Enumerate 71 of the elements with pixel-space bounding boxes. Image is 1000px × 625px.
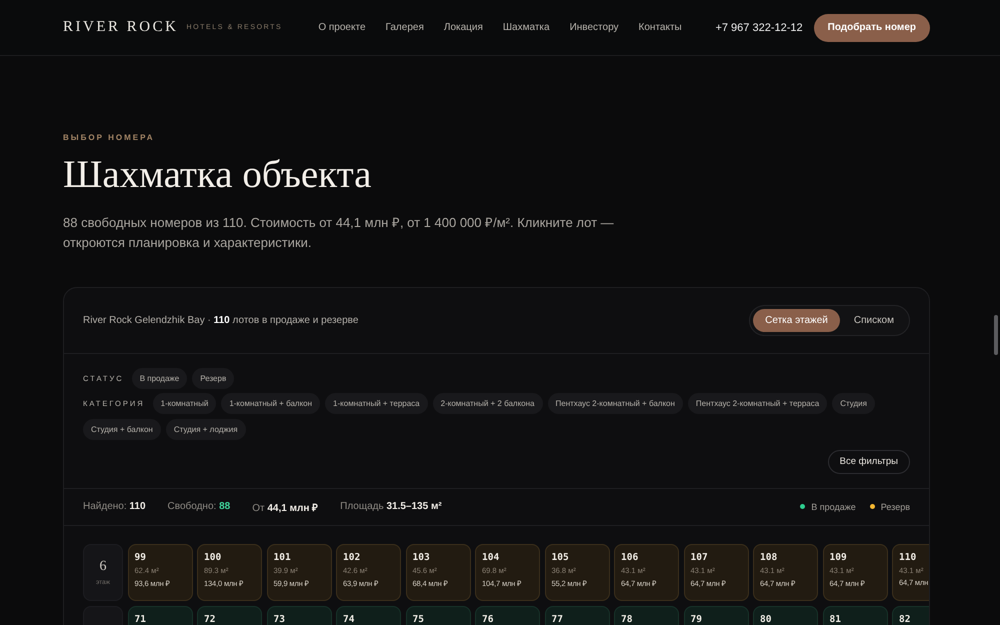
all-filters-button[interactable]: Все фильтры — [828, 450, 910, 474]
lot-number: 75 — [412, 614, 425, 625]
lot-number: 104 — [482, 552, 500, 563]
stat-text: От 44,1 млн ₽ — [252, 502, 318, 514]
stat-text: Площадь 31.5–135 м² — [340, 501, 442, 512]
project-summary: River Rock Gelendzhik Bay · 110 лотов в продаже и резерве — [83, 314, 358, 326]
filter-chip[interactable]: Пентхаус 2-комнатный + балкон — [548, 392, 683, 414]
lot-card[interactable]: 79 — [684, 606, 748, 625]
filter-chip[interactable]: Пентхаус 2-комнатный + терраса — [688, 392, 828, 414]
legend-label: В продаже — [811, 502, 856, 512]
filter-chip[interactable]: Студия + лоджия — [166, 418, 246, 440]
lot-card[interactable]: 72 — [197, 606, 262, 625]
nav-link[interactable]: Контакты — [638, 22, 682, 33]
filter-chip[interactable]: Студия + балкон — [83, 418, 161, 440]
lot-number: 77 — [552, 614, 564, 625]
lot-card[interactable]: 77 — [544, 606, 610, 625]
lot-card[interactable]: 82 — [892, 606, 929, 625]
lot-number: 101 — [274, 552, 292, 563]
lot-number: 102 — [343, 552, 362, 563]
lot-card[interactable]: 78 — [614, 606, 679, 625]
lot-card[interactable]: 71 — [128, 606, 192, 625]
lot-number: 80 — [760, 614, 772, 625]
nav-link[interactable]: Локация — [444, 22, 483, 33]
lot-card[interactable]: 73 — [266, 606, 332, 625]
lot-number: 72 — [204, 614, 216, 625]
lot-card[interactable]: 76 — [475, 606, 540, 625]
nav-link[interactable]: Галерея — [386, 22, 424, 33]
lot-number: 74 — [343, 614, 356, 625]
view-tab[interactable]: Списком — [842, 308, 906, 332]
lot-number: 81 — [830, 614, 842, 625]
filter-chip[interactable]: В продаже — [132, 368, 188, 389]
lot-number: 78 — [621, 614, 634, 625]
lot-card[interactable]: 80 — [753, 606, 818, 625]
stat-text: Найдено: 110 — [83, 501, 146, 512]
lot-number: 73 — [274, 614, 286, 625]
lot-card[interactable]: 81 — [822, 606, 888, 625]
stat-text: Свободно: 88 — [168, 501, 230, 512]
nav-link[interactable]: Шахматка — [502, 22, 550, 33]
lot-number: 82 — [899, 614, 912, 625]
lot-number: 105 — [552, 552, 570, 563]
lead-text: 88 свободных номеров из 110. Стоимость от 44,1 млн ₽, от 1 400 000 ₽/м². Кликните лот — откроются планировка и характеристики. — [63, 214, 615, 252]
phone-number[interactable]: +7 967 322-12-12 — [715, 22, 803, 34]
nav-link[interactable]: Инвестору — [570, 22, 619, 33]
lot-number: 99 — [134, 552, 147, 563]
filter-chip[interactable]: Резерв — [192, 368, 234, 389]
lot-number: 103 — [412, 552, 431, 563]
filter-chip[interactable]: Студия — [832, 392, 875, 414]
lot-number: 110 — [899, 552, 918, 563]
filter-chip[interactable]: 2-комнатный + 2 балкона — [432, 392, 542, 414]
lot-number: 109 — [830, 552, 848, 563]
lot-number: 71 — [134, 614, 147, 625]
filter-chip[interactable]: 1-комнатный — [152, 392, 216, 414]
lot-card[interactable]: 74 — [336, 606, 401, 625]
section-eyebrow: ВЫБОР НОМЕРА — [63, 133, 156, 142]
lot-number: 76 — [482, 614, 494, 625]
lot-number: 79 — [690, 614, 703, 625]
lot-number: 107 — [690, 552, 709, 563]
lot-card[interactable]: 75 — [406, 606, 470, 625]
lot-number: 100 — [204, 552, 222, 563]
legend-label: Резерв — [880, 502, 910, 512]
filter-chip[interactable]: 1-комнатный + терраса — [325, 392, 428, 414]
lot-number: 108 — [760, 552, 778, 563]
lot-number: 106 — [621, 552, 640, 563]
logo[interactable]: RIVER ROCK — [63, 19, 178, 36]
cta-button[interactable]: Подобрать номер — [814, 14, 930, 42]
page-title: Шахматка объекта — [63, 154, 372, 197]
view-tab[interactable]: Сетка этажей — [753, 308, 840, 332]
floor-number: 6 — [100, 558, 106, 575]
nav-link[interactable]: О проекте — [318, 22, 366, 33]
filter-chip[interactable]: 1-комнатный + балкон — [221, 392, 320, 414]
scrollbar-thumb[interactable] — [994, 315, 998, 355]
